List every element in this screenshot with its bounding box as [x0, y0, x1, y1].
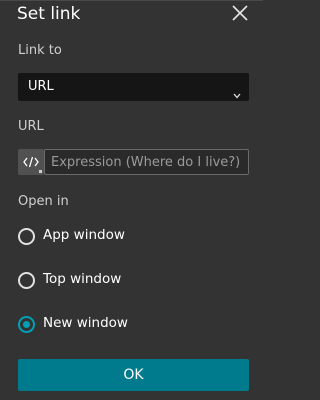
chevron-down-icon: [233, 84, 241, 99]
radio-button[interactable]: [18, 272, 35, 289]
url-expression-input[interactable]: [44, 149, 249, 175]
link-to-label: Link to: [18, 43, 62, 58]
open-in-label: Open in: [18, 194, 69, 209]
radio-label: New window: [43, 315, 128, 331]
radio-button[interactable]: [18, 228, 35, 245]
link-to-select-value: URL: [28, 79, 54, 94]
code-icon: [23, 156, 39, 168]
link-to-select[interactable]: URL: [18, 73, 249, 101]
radio-label: App window: [43, 227, 125, 243]
ok-button[interactable]: OK: [18, 359, 249, 391]
set-link-dialog: Set link Link to URL URL Open in App win…: [0, 0, 263, 400]
close-icon[interactable]: [231, 4, 249, 22]
dropdown-indicator-icon: [39, 170, 42, 173]
radio-label: Top window: [43, 271, 122, 287]
url-label: URL: [18, 119, 44, 134]
dialog-title: Set link: [17, 4, 81, 24]
radio-button[interactable]: [18, 316, 35, 333]
expression-button[interactable]: [18, 149, 44, 175]
